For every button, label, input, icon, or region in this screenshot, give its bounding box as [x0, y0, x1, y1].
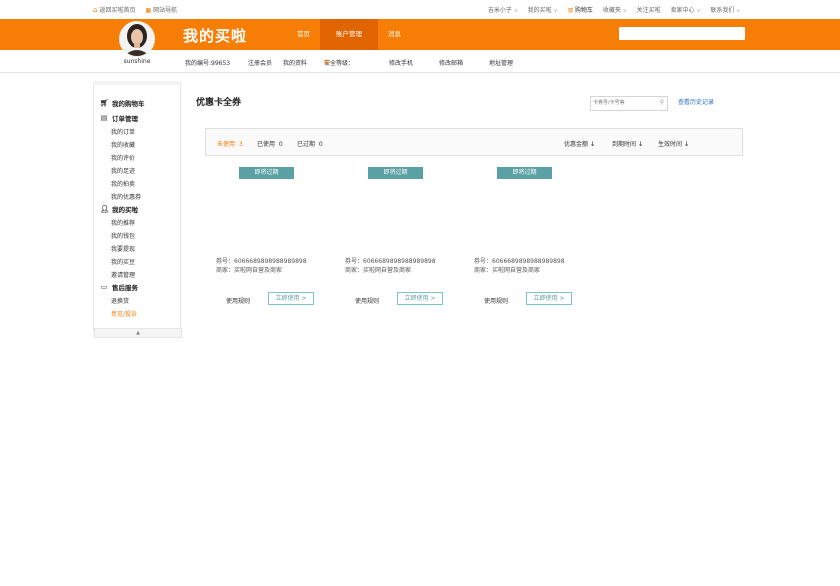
- chevron-down-icon: ∨: [696, 8, 701, 14]
- my-buy-menu[interactable]: 我的买啦 ∨: [528, 5, 558, 14]
- register-member-link[interactable]: 注册会员: [248, 58, 272, 67]
- coupon-number: 券号：6066689898988989898: [345, 258, 436, 265]
- grid-icon: ▦: [145, 7, 152, 14]
- coupon-search: ⚲: [590, 96, 668, 111]
- sidebar-collapse-button[interactable]: ▲: [94, 328, 182, 338]
- search-icon[interactable]: ⚲: [660, 99, 664, 106]
- member-id: 我的编号:99653: [185, 60, 231, 67]
- usage-rules-link[interactable]: 使用规则: [226, 296, 250, 305]
- document-icon: ▤: [100, 114, 108, 122]
- expiring-badge: 即将过期: [497, 167, 552, 179]
- coupon-number: 券号：6066689898988989898: [474, 258, 565, 265]
- sort-expiry-time[interactable]: 到期时间 🡓: [612, 139, 642, 150]
- expiring-badge: 即将过期: [368, 167, 423, 179]
- coupon-number: 券号：6066689898988989898: [216, 258, 307, 265]
- tab-expired[interactable]: 已过期 0: [297, 139, 323, 148]
- coupon-shop: 商家：买啦网自营及商家: [216, 267, 283, 274]
- follow-link[interactable]: 关注买啦: [637, 5, 661, 14]
- nav-home[interactable]: 首页: [287, 19, 320, 50]
- change-phone-link[interactable]: 修改手机: [389, 58, 413, 67]
- chevron-up-icon: ▲: [136, 330, 140, 336]
- use-now-button[interactable]: 立即使用 >: [526, 292, 572, 305]
- tab-unused[interactable]: 未使用 3: [217, 139, 243, 148]
- coupon-filter-bar: 未使用 3 已使用 0 已过期 0 优惠金额 🡓 到期时间 🡓 生效时间 🡓: [205, 128, 743, 156]
- usage-rules-link[interactable]: 使用规则: [355, 296, 379, 305]
- account-subbar: 我的编号:99653 注册会员 我的资料 安全等级：中 修改手机 修改邮箱 地址…: [0, 50, 840, 73]
- sidebar-item-recommend[interactable]: 我的推荐: [111, 218, 135, 227]
- nav-messages[interactable]: 消息: [378, 19, 411, 50]
- header-search-input[interactable]: [619, 27, 745, 40]
- page-title: 优惠卡全券: [196, 98, 242, 108]
- expiring-badge: 即将过期: [239, 167, 294, 179]
- chevron-down-icon: ∨: [736, 8, 740, 14]
- sort-discount-amount[interactable]: 优惠金额 🡓: [564, 139, 594, 150]
- usage-rules-link[interactable]: 使用规则: [484, 296, 508, 305]
- history-link[interactable]: 查看历史记录: [678, 97, 714, 106]
- sidebar-item-reviews[interactable]: 我的评价: [111, 153, 135, 162]
- cart-icon: 🛒︎: [567, 7, 575, 14]
- chevron-down-icon: ∨: [622, 8, 627, 14]
- top-utility-bar: ⌂ 返回买啦首页 ▦ 网站导航 吉米小子 ∨ 我的买啦 ∨ 🛒︎购物车 收藏夹 ∨ 关注买…: [0, 0, 840, 19]
- sort-effective-time[interactable]: 生效时间 🡓: [658, 139, 688, 150]
- sidebar-item-wallet[interactable]: 我的钱包: [111, 231, 135, 240]
- sidebar-item-withdraw[interactable]: 我要提现: [111, 244, 135, 253]
- sidebar-group-orders: ▤ 订单管理: [100, 114, 138, 123]
- sidebar-item-coupons[interactable]: 我的优惠券: [111, 192, 141, 201]
- coupon-shop: 商家：买啦网自营及商家: [345, 267, 412, 274]
- change-email-link[interactable]: 修改邮箱: [439, 58, 463, 67]
- logo[interactable]: 我的买啦: [183, 25, 247, 46]
- cart-link[interactable]: 🛒︎购物车: [567, 5, 593, 14]
- sidebar-item-auctions[interactable]: 我的拍卖: [111, 179, 135, 188]
- sidebar-item-beans[interactable]: 我的买豆: [111, 257, 135, 266]
- sidebar-group-after-sales: ▭ 售后服务: [100, 283, 138, 292]
- sidebar-group-cart[interactable]: 🛒︎ 我的购物车: [100, 98, 145, 108]
- sidebar: 🛒︎ 我的购物车 ▤ 订单管理 我的订单 我的收藏 我的评价 我的足迹 我的拍卖 我…: [93, 81, 182, 338]
- arrow-down-icon: 🡓: [591, 141, 595, 148]
- home-icon: ⌂: [93, 6, 98, 14]
- use-now-button[interactable]: 立即使用 >: [268, 292, 314, 305]
- sidebar-item-my-orders[interactable]: 我的订单: [111, 127, 135, 136]
- sidebar-item-favorites[interactable]: 我的收藏: [111, 140, 135, 149]
- coupon-search-input[interactable]: [593, 98, 653, 108]
- address-link[interactable]: 地址管理: [489, 58, 513, 67]
- sidebar-top-decoration: [93, 81, 181, 85]
- cart-icon: 🛒︎: [100, 99, 109, 107]
- my-info-link[interactable]: 我的资料: [283, 58, 307, 67]
- chevron-down-icon: ∨: [553, 8, 558, 14]
- sidebar-item-feedback[interactable]: 意见/投诉: [111, 309, 137, 318]
- home-link[interactable]: ⌂ 返回买啦首页: [93, 5, 135, 14]
- sidebar-group-my-buy: 👤︎ 我的买啦: [100, 205, 138, 214]
- sidebar-item-footprint[interactable]: 我的足迹: [111, 166, 135, 175]
- tab-used[interactable]: 已使用 0: [257, 139, 283, 148]
- card-icon: ▭: [100, 283, 108, 291]
- use-now-button[interactable]: 立即使用 >: [397, 292, 443, 305]
- site-nav-link[interactable]: ▦ 网站导航: [145, 5, 177, 14]
- arrow-down-icon: 🡓: [639, 141, 643, 148]
- sidebar-item-returns[interactable]: 退换货: [111, 296, 129, 305]
- sidebar-item-invites[interactable]: 邀请管理: [111, 270, 135, 279]
- seller-center-menu[interactable]: 卖家中心 ∨: [671, 5, 701, 14]
- nav-account[interactable]: 账户管理: [320, 19, 378, 50]
- favorites-menu[interactable]: 收藏夹 ∨: [603, 5, 627, 14]
- main-nav: 首页 账户管理 消息: [287, 19, 411, 50]
- user-menu[interactable]: 吉米小子 ∨: [488, 5, 518, 14]
- coupon-shop: 商家：买啦网自营及商家: [474, 267, 541, 274]
- chevron-down-icon: ∨: [513, 8, 518, 14]
- arrow-down-icon: 🡓: [685, 141, 689, 148]
- user-icon: 👤︎: [100, 205, 109, 213]
- contact-menu[interactable]: 联系我们 ∨: [710, 5, 740, 14]
